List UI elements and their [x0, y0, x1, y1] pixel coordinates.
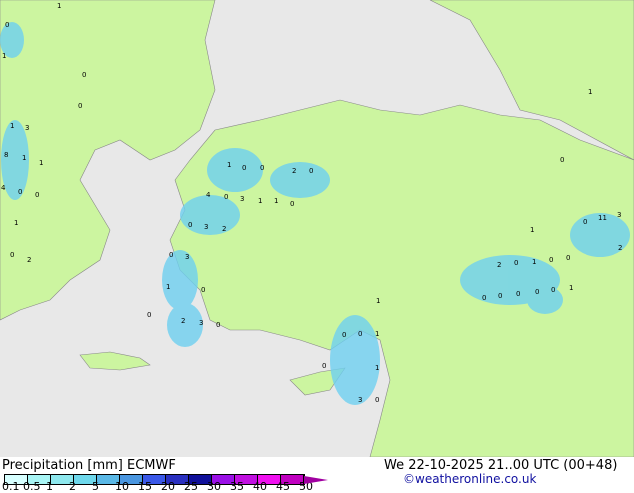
credit: ©weatheronline.co.uk [403, 472, 537, 486]
datetime: We 22-10-2025 21..00 UTC (00+48) [384, 458, 618, 473]
precip-value-label: 0 [358, 330, 362, 338]
precip-value-label: 0 [147, 311, 151, 319]
precip-value-label: 0 [514, 259, 518, 267]
precip-value-label: 3 [617, 211, 621, 219]
precip-value-label: 0 [78, 102, 82, 110]
precip-value-label: 0 [224, 193, 228, 201]
scale-arrow [304, 476, 328, 484]
precip-value-label: 1 [376, 297, 380, 305]
scale-tick: 5 [92, 480, 99, 493]
precip-value-label: 0 [260, 164, 264, 172]
title: Precipitation [mm] [2, 458, 123, 473]
precip-value-label: 0 [583, 218, 587, 226]
precip-value-label: 0 [549, 256, 553, 264]
precip-value-label: 1 [166, 283, 170, 291]
precip-value-label: 8 [4, 151, 8, 159]
scale-tick: 45 [276, 480, 290, 493]
precip-value-label: 1 [57, 2, 61, 10]
precip-value-label: 0 [5, 21, 9, 29]
precip-value-label: 0 [482, 294, 486, 302]
precip-value-label: 0 [169, 251, 173, 259]
precip-value-label: 1 [227, 161, 231, 169]
precip-value-label: 1 [39, 159, 43, 167]
precip-value-label: 1 [569, 284, 573, 292]
precip-value-label: 0 [201, 286, 205, 294]
precip-value-label: 0 [309, 167, 313, 175]
scale-tick: 10 [115, 480, 129, 493]
precip-value-label: 0 [242, 164, 246, 172]
scale-tick: 20 [161, 480, 175, 493]
precip-value-label: 2 [27, 256, 31, 264]
model: ECMWF [127, 458, 176, 473]
precip-value-label: 1 [2, 52, 6, 60]
scale-tick: 35 [230, 480, 244, 493]
precip-value-label: 1 [375, 364, 379, 372]
precip-value-label: 1 [588, 88, 592, 96]
precip-value-label: 0 [535, 288, 539, 296]
precip-value-label: 2 [292, 167, 296, 175]
precip-value-label: 3 [199, 319, 203, 327]
precip-value-label: 0 [35, 191, 39, 199]
precip-value-label: 11 [598, 214, 607, 222]
precip-value-label: 1 [14, 219, 18, 227]
precip-value-label: 2 [618, 244, 622, 252]
precip-value-label: 0 [322, 362, 326, 370]
precip-value-label: 0 [516, 290, 520, 298]
precip-value-label: 0 [216, 321, 220, 329]
scale-tick: 0.5 [23, 480, 41, 493]
precip-value-label: 1 [532, 258, 536, 266]
precip-value-label: 0 [551, 286, 555, 294]
precip-value-label: 0 [188, 221, 192, 229]
precip-value-label: 1 [258, 197, 262, 205]
precip-value-label: 2 [497, 261, 501, 269]
scale-tick: 1 [46, 480, 53, 493]
precip-value-label: 0 [10, 251, 14, 259]
precipitation-map: 101001 38 114 0 01021 0 0 2 04 0 3 1 1 00 3 20 31 02 3 000 0… [0, 0, 634, 457]
scale-tick: 15 [138, 480, 152, 493]
scale-tick: 0.1 [2, 480, 20, 493]
precip-value-label: 3 [240, 195, 244, 203]
legend-title: Precipitation [mm] ECMWF [2, 458, 176, 473]
precip-value-label: 2 [181, 317, 185, 325]
scale-tick: 30 [207, 480, 221, 493]
scale-tick: 2 [69, 480, 76, 493]
precip-value-label: 4 [1, 184, 6, 192]
precip-value-label: 0 [82, 71, 86, 79]
precip-value-label: 3 [185, 253, 189, 261]
precip-value-label: 3 [204, 223, 208, 231]
precip-value-label: 1 [530, 226, 534, 234]
precip-value-label: 2 [222, 225, 226, 233]
scale-tick: 25 [184, 480, 198, 493]
precip-value-label: 0 [498, 292, 502, 300]
precip-value-label: 0 [342, 331, 346, 339]
precip-value-label: 0 [18, 188, 22, 196]
precip-value-label: 3 [358, 396, 362, 404]
scale-tick: 40 [253, 480, 267, 493]
precip-value-label: 1 [274, 197, 278, 205]
precip-value-label: 0 [566, 254, 570, 262]
precip-value-label: 1 [10, 122, 14, 130]
precip-value-label: 3 [25, 124, 29, 132]
precip-value-label: 0 [375, 396, 379, 404]
precip-value-label: 0 [290, 200, 294, 208]
precip-value-label: 1 [22, 154, 26, 162]
precip-value-label: 4 [206, 191, 211, 199]
precip-value-label: 0 [560, 156, 564, 164]
precip-value-label: 1 [375, 330, 379, 338]
